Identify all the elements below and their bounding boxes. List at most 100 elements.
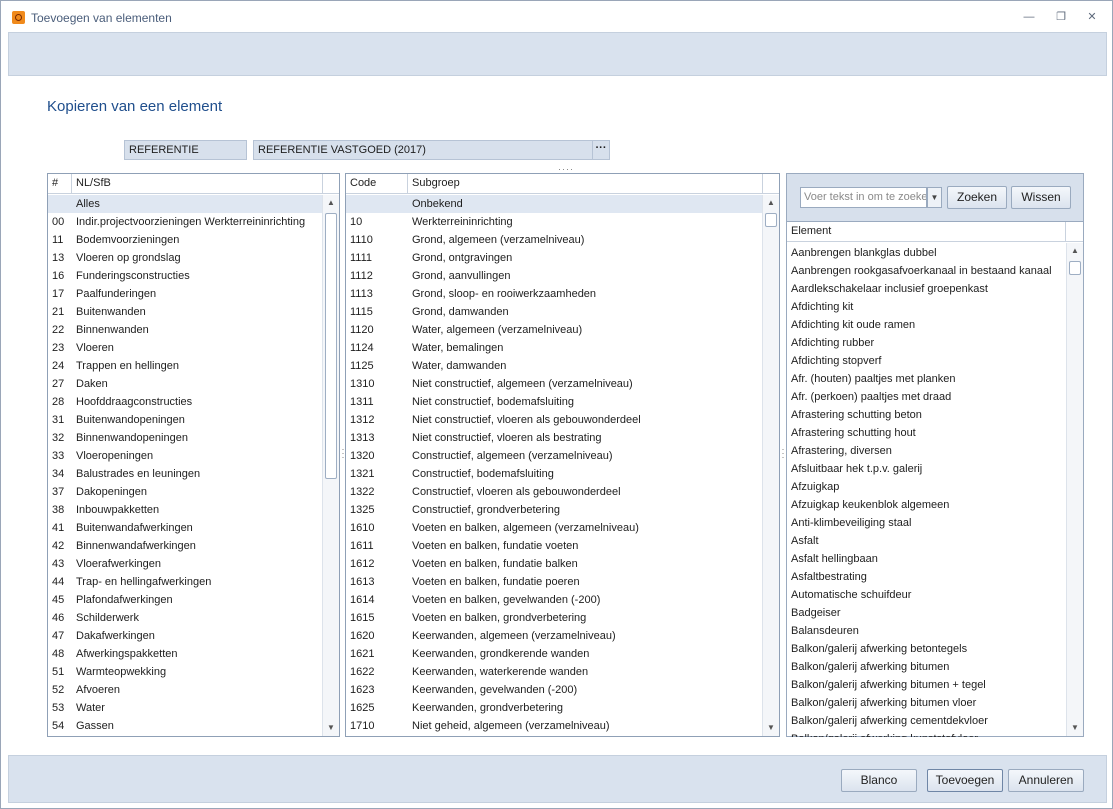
table-row[interactable]: Afrastering schutting beton bbox=[787, 406, 1066, 424]
table-row[interactable]: 13 Vloeren op grondslag bbox=[48, 249, 322, 267]
minimize-icon[interactable]: — bbox=[1022, 10, 1036, 24]
table-row[interactable]: 1321 Constructief, bodemafsluiting bbox=[346, 465, 762, 483]
table-row[interactable]: 1325 Constructief, grondverbetering bbox=[346, 501, 762, 519]
table-row[interactable]: Afdichting rubber bbox=[787, 334, 1066, 352]
table-row[interactable]: 44 Trap- en hellingafwerkingen bbox=[48, 573, 322, 591]
table-row[interactable]: 1313 Niet constructief, vloeren als bestr… bbox=[346, 429, 762, 447]
table-row[interactable]: 1623 Keerwanden, gevelwanden (-200) bbox=[346, 681, 762, 699]
nlsfb-scrollbar[interactable]: ▲ ▼ bbox=[322, 195, 339, 736]
table-row[interactable]: Aardlekschakelaar inclusief groepenkast bbox=[787, 280, 1066, 298]
close-icon[interactable]: ✕ bbox=[1085, 10, 1099, 24]
table-row[interactable]: 22 Binnenwanden bbox=[48, 321, 322, 339]
table-row[interactable]: 11 Bodemvoorzieningen bbox=[48, 231, 322, 249]
table-row[interactable]: 1322 Constructief, vloeren als gebouwonde… bbox=[346, 483, 762, 501]
scroll-down-icon[interactable]: ▼ bbox=[323, 720, 339, 736]
table-row[interactable]: 1613 Voeten en balken, fundatie poeren bbox=[346, 573, 762, 591]
table-row[interactable]: Automatische schuifdeur bbox=[787, 586, 1066, 604]
table-row[interactable]: Afdichting kit oude ramen bbox=[787, 316, 1066, 334]
table-row[interactable]: Balkon/galerij afwerking bitumen vloer bbox=[787, 694, 1066, 712]
browse-button[interactable]: ··· bbox=[592, 140, 610, 160]
table-row[interactable]: 34 Balustrades en leuningen bbox=[48, 465, 322, 483]
table-row[interactable]: Alles bbox=[48, 195, 322, 213]
table-row[interactable]: 1310 Niet constructief, algemeen (verzame… bbox=[346, 375, 762, 393]
table-row[interactable]: 24 Trappen en hellingen bbox=[48, 357, 322, 375]
table-row[interactable]: 42 Binnenwandafwerkingen bbox=[48, 537, 322, 555]
subgroep-scrollbar[interactable]: ▲ ▼ bbox=[762, 195, 779, 736]
restore-icon[interactable]: ❐ bbox=[1054, 10, 1068, 24]
table-row[interactable]: 1120 Water, algemeen (verzamelniveau) bbox=[346, 321, 762, 339]
table-row[interactable]: 27 Daken bbox=[48, 375, 322, 393]
table-row[interactable]: Aanbrengen rookgasafvoerkanaal in bestaa… bbox=[787, 262, 1066, 280]
table-row[interactable]: 47 Dakafwerkingen bbox=[48, 627, 322, 645]
reference-field[interactable]: REFERENTIE bbox=[124, 140, 247, 160]
table-row[interactable]: 43 Vloerafwerkingen bbox=[48, 555, 322, 573]
table-row[interactable]: Balansdeuren bbox=[787, 622, 1066, 640]
chevron-down-icon[interactable]: ▼ bbox=[927, 187, 942, 208]
annuleren-button[interactable]: Annuleren bbox=[1008, 769, 1084, 792]
table-row[interactable]: 28 Hoofddraagconstructies bbox=[48, 393, 322, 411]
scroll-down-icon[interactable]: ▼ bbox=[1067, 720, 1083, 736]
table-row[interactable]: 1621 Keerwanden, grondkerende wanden bbox=[346, 645, 762, 663]
table-row[interactable]: 1611 Voeten en balken, fundatie voeten bbox=[346, 537, 762, 555]
table-row[interactable]: 10 Werkterreininrichting bbox=[346, 213, 762, 231]
table-row[interactable]: 1113 Grond, sloop- en rooiwerkzaamheden bbox=[346, 285, 762, 303]
table-row[interactable]: 54 Gassen bbox=[48, 717, 322, 735]
table-row[interactable]: 52 Afvoeren bbox=[48, 681, 322, 699]
table-row[interactable]: 31 Buitenwandopeningen bbox=[48, 411, 322, 429]
table-row[interactable]: 1625 Keerwanden, grondverbetering bbox=[346, 699, 762, 717]
table-row[interactable]: 1312 Niet constructief, vloeren als gebou… bbox=[346, 411, 762, 429]
scroll-thumb[interactable] bbox=[1069, 261, 1081, 275]
toevoegen-button[interactable]: Toevoegen bbox=[927, 769, 1003, 792]
column-header-number[interactable]: # bbox=[48, 174, 72, 194]
table-row[interactable]: Asfaltbestrating bbox=[787, 568, 1066, 586]
table-row[interactable]: 46 Schilderwerk bbox=[48, 609, 322, 627]
scroll-up-icon[interactable]: ▲ bbox=[323, 195, 339, 211]
table-row[interactable]: 51 Warmteopwekking bbox=[48, 663, 322, 681]
table-row[interactable]: 1125 Water, damwanden bbox=[346, 357, 762, 375]
table-row[interactable]: 53 Water bbox=[48, 699, 322, 717]
table-row[interactable]: 1124 Water, bemalingen bbox=[346, 339, 762, 357]
table-row[interactable]: 1320 Constructief, algemeen (verzamelnive… bbox=[346, 447, 762, 465]
table-row[interactable]: Asfalt hellingbaan bbox=[787, 550, 1066, 568]
scroll-up-icon[interactable]: ▲ bbox=[1067, 243, 1083, 259]
table-row[interactable]: 32 Binnenwandopeningen bbox=[48, 429, 322, 447]
table-row[interactable]: Balkon/galerij afwerking bitumen + tegel bbox=[787, 676, 1066, 694]
column-header-nlsfb[interactable]: NL/SfB bbox=[72, 174, 323, 194]
clear-button[interactable]: Wissen bbox=[1011, 186, 1071, 209]
table-row[interactable]: Afr. (perkoen) paaltjes met draad bbox=[787, 388, 1066, 406]
table-row[interactable]: 1612 Voeten en balken, fundatie balken bbox=[346, 555, 762, 573]
column-header-code[interactable]: Code bbox=[346, 174, 408, 194]
table-row[interactable]: 37 Dakopeningen bbox=[48, 483, 322, 501]
scroll-down-icon[interactable]: ▼ bbox=[763, 720, 779, 736]
table-row[interactable]: 1610 Voeten en balken, algemeen (verzamel… bbox=[346, 519, 762, 537]
table-row[interactable]: 1622 Keerwanden, waterkerende wanden bbox=[346, 663, 762, 681]
table-row[interactable]: 1620 Keerwanden, algemeen (verzamelniveau… bbox=[346, 627, 762, 645]
search-input[interactable]: Voer tekst in om te zoeken bbox=[800, 187, 927, 208]
table-row[interactable]: 23 Vloeren bbox=[48, 339, 322, 357]
table-row[interactable]: Balkon/galerij afwerking cementdekvloer bbox=[787, 712, 1066, 730]
table-row[interactable]: Badgeiser bbox=[787, 604, 1066, 622]
table-row[interactable]: Asfalt bbox=[787, 532, 1066, 550]
table-row[interactable]: 45 Plafondafwerkingen bbox=[48, 591, 322, 609]
table-row[interactable]: Afsluitbaar hek t.p.v. galerij bbox=[787, 460, 1066, 478]
table-row[interactable]: 33 Vloeropeningen bbox=[48, 447, 322, 465]
table-row[interactable]: 1615 Voeten en balken, grondverbetering bbox=[346, 609, 762, 627]
table-row[interactable]: Afdichting kit bbox=[787, 298, 1066, 316]
table-row[interactable]: Balkon/galerij afwerking bitumen bbox=[787, 658, 1066, 676]
scroll-thumb[interactable] bbox=[765, 213, 777, 227]
table-row[interactable]: 00 Indir.projectvoorzieningen Werkterrein… bbox=[48, 213, 322, 231]
table-row[interactable]: Balkon/galerij afwerking kunststofvloer bbox=[787, 730, 1066, 737]
table-row[interactable]: 1110 Grond, algemeen (verzamelniveau) bbox=[346, 231, 762, 249]
table-row[interactable]: Afzuigkap bbox=[787, 478, 1066, 496]
table-row[interactable]: 17 Paalfunderingen bbox=[48, 285, 322, 303]
table-row[interactable]: Afr. (houten) paaltjes met planken bbox=[787, 370, 1066, 388]
table-row[interactable]: Afzuigkap keukenblok algemeen bbox=[787, 496, 1066, 514]
table-row[interactable]: 1614 Voeten en balken, gevelwanden (-200) bbox=[346, 591, 762, 609]
table-row[interactable]: Afdichting stopverf bbox=[787, 352, 1066, 370]
table-row[interactable]: Anti-klimbeveiliging staal bbox=[787, 514, 1066, 532]
table-row[interactable]: 16 Funderingsconstructies bbox=[48, 267, 322, 285]
table-row[interactable]: 21 Buitenwanden bbox=[48, 303, 322, 321]
table-row[interactable]: Afrastering, diversen bbox=[787, 442, 1066, 460]
table-row[interactable]: 38 Inbouwpakketten bbox=[48, 501, 322, 519]
table-row[interactable]: 48 Afwerkingspakketten bbox=[48, 645, 322, 663]
